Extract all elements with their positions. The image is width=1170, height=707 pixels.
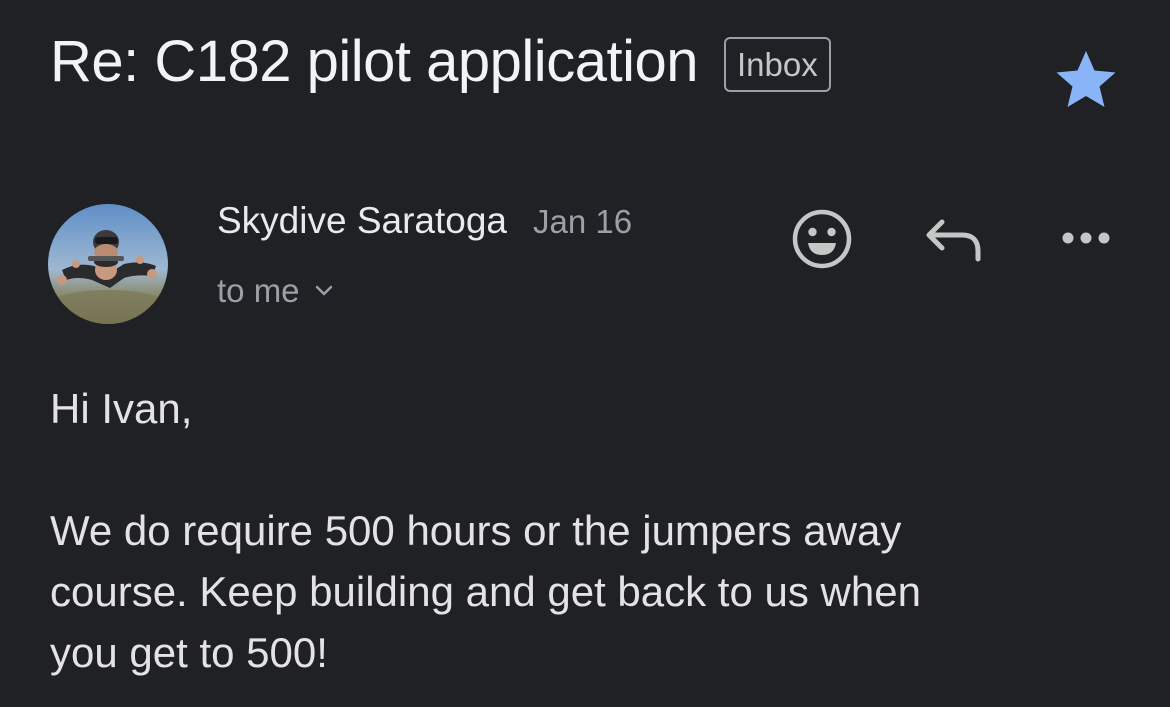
sender-line: Skydive Saratoga Jan 16 xyxy=(217,200,632,242)
email-greeting: Hi Ivan, xyxy=(50,385,193,432)
recipient-text: to me xyxy=(217,272,300,309)
chevron-down-icon xyxy=(315,285,332,296)
email-date: Jan 16 xyxy=(533,203,633,240)
star-icon[interactable] xyxy=(1054,48,1118,110)
sender-block: Skydive Saratoga Jan 16 to me xyxy=(217,200,632,310)
email-body: Hi Ivan, We do require 500 hours or the … xyxy=(50,378,1140,683)
sender-avatar[interactable] xyxy=(48,204,168,324)
recipient-details-toggle[interactable]: to me xyxy=(217,272,632,310)
email-body-paragraph: We do require 500 hours or the jumpers a… xyxy=(50,507,921,676)
reply-arrow-icon[interactable] xyxy=(924,214,986,264)
email-subject: Re: C182 pilot application xyxy=(50,29,698,94)
inbox-label-chip[interactable]: Inbox xyxy=(723,37,831,92)
more-horizontal-icon[interactable] xyxy=(1058,226,1114,250)
subject-row: Re: C182 pilot application Inbox xyxy=(50,28,831,95)
avatar-photo xyxy=(48,204,168,324)
sender-name[interactable]: Skydive Saratoga xyxy=(217,200,507,242)
emoji-reaction-icon[interactable] xyxy=(790,207,854,271)
email-view: Re: C182 pilot application Inbox Skydive… xyxy=(0,0,1170,707)
